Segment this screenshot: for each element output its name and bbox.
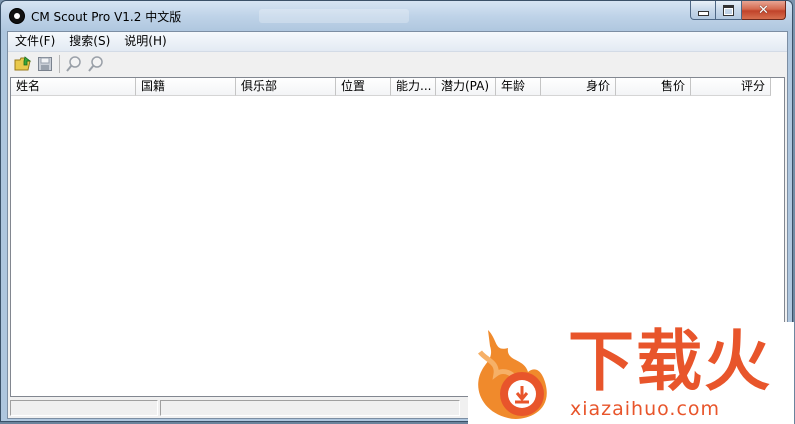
column-rating[interactable]: 评分 xyxy=(691,78,771,96)
menu-bar: 文件(F) 搜索(S) 说明(H) xyxy=(8,32,787,52)
window-title: CM Scout Pro V1.2 中文版 xyxy=(31,10,182,24)
search-next-button[interactable] xyxy=(85,53,107,75)
toolbar xyxy=(8,52,787,76)
watermark-url: xiazaihuo.com xyxy=(570,398,721,420)
column-club[interactable]: 俱乐部 xyxy=(236,78,336,96)
close-icon: ✕ xyxy=(758,2,769,18)
title-bar[interactable]: CM Scout Pro V1.2 中文版 ✕ xyxy=(1,1,792,31)
save-icon xyxy=(38,57,52,71)
search-icon xyxy=(66,56,81,72)
column-age[interactable]: 年龄 xyxy=(496,78,541,96)
open-button[interactable] xyxy=(12,53,34,75)
watermark-title: 下载火 xyxy=(568,323,772,400)
column-price[interactable]: 售价 xyxy=(616,78,691,96)
status-panel-1 xyxy=(10,400,158,416)
search-button[interactable] xyxy=(63,53,85,75)
column-name[interactable]: 姓名 xyxy=(11,78,136,96)
toolbar-separator xyxy=(59,55,60,73)
menu-help[interactable]: 说明(H) xyxy=(117,32,173,51)
list-header: 姓名 国籍 俱乐部 位置 能力... 潜力(PA) 年龄 身价 售价 评分 xyxy=(11,78,771,96)
column-potential[interactable]: 潜力(PA) xyxy=(436,78,496,96)
open-folder-icon xyxy=(14,56,32,71)
close-button[interactable]: ✕ xyxy=(742,1,786,20)
soccer-ball-icon xyxy=(9,8,25,24)
column-ability[interactable]: 能力... xyxy=(391,78,436,96)
column-position[interactable]: 位置 xyxy=(336,78,391,96)
minimize-button[interactable] xyxy=(690,1,716,20)
background-window-title-ghost xyxy=(259,9,409,23)
maximize-icon xyxy=(723,4,734,16)
menu-file[interactable]: 文件(F) xyxy=(8,32,62,51)
caption-buttons: ✕ xyxy=(690,1,786,21)
watermark: 下载火 xiazaihuo.com xyxy=(468,322,794,424)
column-value[interactable]: 身价 xyxy=(541,78,616,96)
maximize-button[interactable] xyxy=(716,1,742,20)
save-button[interactable] xyxy=(34,53,56,75)
search-alt-icon xyxy=(88,56,103,72)
flame-logo-icon xyxy=(478,330,547,419)
minimize-icon xyxy=(697,10,709,16)
status-panel-2 xyxy=(160,400,460,416)
menu-search[interactable]: 搜索(S) xyxy=(62,32,117,51)
column-nationality[interactable]: 国籍 xyxy=(136,78,236,96)
